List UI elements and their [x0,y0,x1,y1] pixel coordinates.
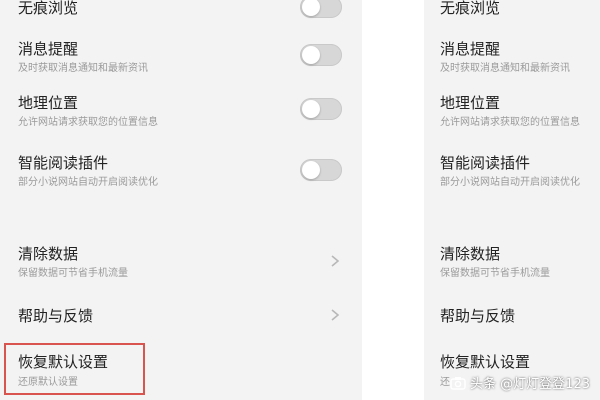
location-toggle[interactable] [300,98,342,120]
row-title: 帮助与反馈 [18,307,94,325]
row-title: 无痕浏览 [440,0,501,17]
row-title: 清除数据 [440,245,501,263]
notifications-toggle[interactable] [300,44,342,66]
toggle-knob [302,0,320,16]
watermark-text: 头条 @灯灯登登123 [470,377,590,392]
chevron-right-icon [331,309,340,321]
row-help-feedback[interactable]: 帮助与反馈 [424,300,600,330]
row-title: 无痕浏览 [18,0,79,17]
row-title: 地理位置 [18,94,79,112]
settings-panel-left: 无痕浏览 消息提醒 及时获取消息通知和最新资讯 地理位置 允许网站请求获取您的位… [0,0,362,400]
row-clear-data[interactable]: 清除数据 保留数据可节省手机流量 [0,240,362,282]
row-subtitle: 及时获取消息通知和最新资讯 [18,63,148,74]
row-title: 消息提醒 [18,40,79,58]
incognito-toggle[interactable] [300,0,342,18]
chevron-right-icon [331,255,340,267]
toggle-knob [302,100,320,118]
row-subtitle: 还 [440,377,450,388]
row-help-feedback[interactable]: 帮助与反馈 [0,300,362,330]
row-location[interactable]: 地理位置 允许网站请求获取您的位置信息 [0,90,362,132]
row-title: 清除数据 [18,245,79,263]
settings-panel-right: 无痕浏览 消息提醒 及时获取消息通知和最新资讯 地理位置 允许网站请求获取您的位… [424,0,600,400]
row-subtitle: 允许网站请求获取您的位置信息 [18,117,158,128]
row-subtitle: 及时获取消息通知和最新资讯 [440,63,570,74]
row-title: 消息提醒 [440,40,501,58]
row-clear-data[interactable]: 清除数据 保留数据可节省手机流量 [424,240,600,282]
row-title: 智能阅读插件 [440,154,531,172]
row-reading-plugin[interactable]: 智能阅读插件 部分小说网站自动开启阅读优化 [424,150,600,192]
toggle-knob [302,161,320,179]
row-title: 帮助与反馈 [440,307,516,325]
row-subtitle: 部分小说网站自动开启阅读优化 [440,177,580,188]
panel-gap [362,0,424,400]
row-subtitle: 保留数据可节省手机流量 [440,268,550,279]
row-location[interactable]: 地理位置 允许网站请求获取您的位置信息 [424,90,600,132]
row-title: 地理位置 [440,94,501,112]
row-notifications[interactable]: 消息提醒 及时获取消息通知和最新资讯 [424,34,600,76]
row-reading-plugin[interactable]: 智能阅读插件 部分小说网站自动开启阅读优化 [0,150,362,192]
row-incognito[interactable]: 无痕浏览 [424,0,600,22]
row-incognito[interactable]: 无痕浏览 [0,0,362,22]
reading-plugin-toggle[interactable] [300,159,342,181]
row-subtitle: 允许网站请求获取您的位置信息 [440,117,580,128]
highlight-box [4,343,145,395]
toggle-knob [302,46,320,64]
row-notifications[interactable]: 消息提醒 及时获取消息通知和最新资讯 [0,34,362,76]
row-subtitle: 部分小说网站自动开启阅读优化 [18,177,158,188]
row-subtitle: 保留数据可节省手机流量 [18,268,128,279]
camera-icon [450,376,466,390]
watermark: 头条 @灯灯登登123 [450,373,590,392]
row-title: 智能阅读插件 [18,154,109,172]
row-title: 恢复默认设置 [440,353,531,371]
